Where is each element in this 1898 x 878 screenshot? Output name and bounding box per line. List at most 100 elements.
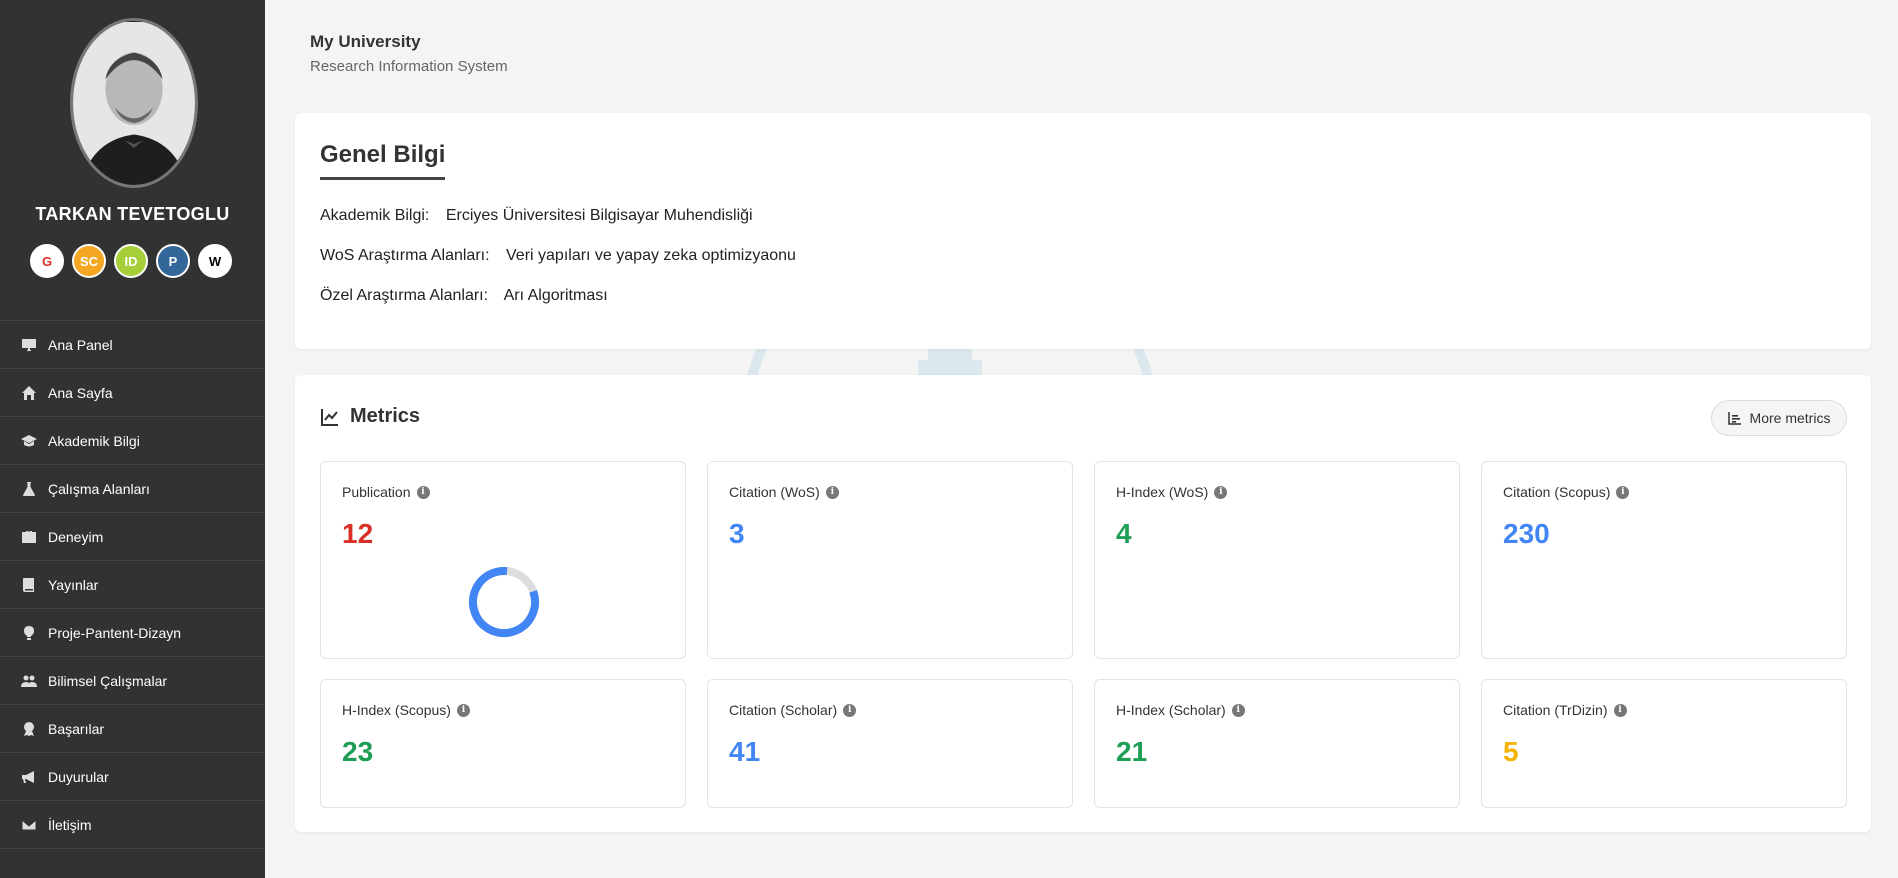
sidebar-item-deneyim[interactable]: Deneyim bbox=[0, 513, 265, 561]
sidebar-item-bilimsel-al-malar[interactable]: Bilimsel Çalışmalar bbox=[0, 657, 265, 705]
profile-links: G SC ID P W bbox=[30, 244, 232, 278]
metric-label: H-Index (Scholar) i bbox=[1116, 702, 1245, 718]
metric-label: Citation (Scholar) i bbox=[729, 702, 857, 718]
sidebar-item-duyurular[interactable]: Duyurular bbox=[0, 753, 265, 801]
info-value: Arı Algoritması bbox=[503, 287, 608, 304]
sidebar-item-label: Çalışma Alanları bbox=[48, 480, 150, 497]
metric-tile: Publication i 12 bbox=[320, 461, 686, 659]
metric-label-text: Citation (WoS) bbox=[729, 484, 820, 500]
metric-tile: H-Index (WoS) i 4 bbox=[1094, 461, 1460, 659]
metric-label-text: H-Index (Scholar) bbox=[1116, 702, 1226, 718]
metric-value: 41 bbox=[729, 736, 761, 767]
book-icon bbox=[20, 576, 38, 594]
more-metrics-button[interactable]: More metrics bbox=[1711, 400, 1847, 436]
metric-label: Publication i bbox=[342, 484, 430, 500]
sidebar-item-label: Akademik Bilgi bbox=[48, 432, 140, 449]
sidebar-item-label: İletişim bbox=[48, 816, 92, 833]
sidebar-item-ana-sayfa[interactable]: Ana Sayfa bbox=[0, 369, 265, 417]
sidebar-item-label: Duyurular bbox=[48, 768, 109, 785]
envelope-icon bbox=[20, 816, 38, 834]
info-icon[interactable]: i bbox=[1613, 703, 1627, 717]
metric-label-text: H-Index (WoS) bbox=[1116, 484, 1209, 500]
metric-value: 12 bbox=[342, 518, 374, 549]
info-icon[interactable]: i bbox=[1231, 703, 1245, 717]
info-icon[interactable]: i bbox=[1214, 485, 1228, 499]
sidebar-item-al-ma-alanlar[interactable]: Çalışma Alanları bbox=[0, 465, 265, 513]
metrics-title: Metrics bbox=[350, 405, 421, 427]
metric-label-text: Publication bbox=[342, 484, 411, 500]
metric-tile: Citation (TrDizin) i 5 bbox=[1481, 679, 1847, 808]
info-icon[interactable]: i bbox=[825, 485, 839, 499]
line-chart-icon bbox=[321, 408, 338, 426]
wos-badge[interactable]: W bbox=[198, 244, 232, 278]
metric-label-text: Citation (Scopus) bbox=[1503, 484, 1611, 500]
metrics-header: Metrics bbox=[320, 405, 420, 428]
metric-tile: Citation (Scholar) i 41 bbox=[707, 679, 1073, 808]
sidebar-nav: Ana Panel Ana Sayfa Akademik Bilgi Çalışma … bbox=[0, 320, 265, 849]
sidebar-item-label: Başarılar bbox=[48, 720, 105, 737]
sidebar-item-ana-panel[interactable]: Ana Panel bbox=[0, 321, 265, 369]
metric-label-text: H-Index (Scopus) bbox=[342, 702, 451, 718]
orcid-badge[interactable]: ID bbox=[114, 244, 148, 278]
megaphone-icon bbox=[20, 768, 38, 786]
metric-value: 3 bbox=[729, 518, 745, 549]
sidebar-item-proje-pantent-dizayn[interactable]: Proje-Pantent-Dizayn bbox=[0, 609, 265, 657]
info-row-wos: WoS Araştırma Alanları: Veri yapıları ve… bbox=[320, 247, 796, 265]
metric-value: 4 bbox=[1116, 518, 1132, 549]
metric-tile: Citation (WoS) i 3 bbox=[707, 461, 1073, 659]
info-label: WoS Araştırma Alanları: bbox=[320, 247, 490, 264]
bar-chart-icon bbox=[1727, 412, 1741, 425]
scopus-badge[interactable]: SC bbox=[72, 244, 106, 278]
metric-label-text: Citation (TrDizin) bbox=[1503, 702, 1608, 718]
google-scholar-badge[interactable]: G bbox=[30, 244, 64, 278]
monitor-icon bbox=[20, 336, 38, 354]
user-name: TARKAN TEVETOGLU bbox=[35, 204, 230, 224]
metric-label: Citation (WoS) i bbox=[729, 484, 839, 500]
info-icon[interactable]: i bbox=[416, 485, 430, 499]
metric-label: Citation (TrDizin) i bbox=[1503, 702, 1627, 718]
metric-tile: H-Index (Scholar) i 21 bbox=[1094, 679, 1460, 808]
more-metrics-label: More metrics bbox=[1749, 410, 1831, 426]
metric-label: H-Index (Scopus) i bbox=[342, 702, 470, 718]
info-icon[interactable]: i bbox=[843, 703, 857, 717]
metric-value: 230 bbox=[1503, 518, 1550, 549]
general-info-card: Genel Bilgi Akademik Bilgi: Erciyes Üniv… bbox=[295, 113, 1871, 349]
profile-photo bbox=[73, 21, 195, 185]
metric-value: 23 bbox=[342, 736, 374, 767]
app-title: My University bbox=[310, 32, 421, 51]
users-icon bbox=[20, 672, 38, 690]
sidebar: TARKAN TEVETOGLU G SC ID P W Ana Panel Ana Sa… bbox=[0, 0, 265, 878]
metric-value: 5 bbox=[1503, 736, 1519, 767]
metrics-card: Metrics More metrics Publication i 12 Citat… bbox=[295, 375, 1871, 832]
avatar bbox=[70, 18, 198, 188]
info-icon[interactable]: i bbox=[456, 703, 470, 717]
publication-donut-chart bbox=[469, 567, 539, 637]
sidebar-item-label: Proje-Pantent-Dizayn bbox=[48, 624, 182, 641]
sidebar-item-label: Deneyim bbox=[48, 528, 104, 545]
info-row-ozel: Özel Araştırma Alanları: Arı Algoritması bbox=[320, 287, 608, 305]
sidebar-item-ba-ar-lar[interactable]: Başarılar bbox=[0, 705, 265, 753]
donut-segment bbox=[469, 567, 539, 637]
publons-badge[interactable]: P bbox=[156, 244, 190, 278]
info-label: Akademik Bilgi: bbox=[320, 207, 430, 224]
metric-label: H-Index (WoS) i bbox=[1116, 484, 1228, 500]
info-label: Özel Araştırma Alanları: bbox=[320, 287, 489, 304]
info-value: Erciyes Üniversitesi Bilgisayar Muhendis… bbox=[445, 207, 753, 224]
graduation-cap-icon bbox=[20, 432, 38, 450]
metric-label-text: Citation (Scholar) bbox=[729, 702, 838, 718]
sidebar-item-yay-nlar[interactable]: Yayınlar bbox=[0, 561, 265, 609]
sidebar-item-label: Yayınlar bbox=[48, 576, 99, 593]
sidebar-item-akademik-bilgi[interactable]: Akademik Bilgi bbox=[0, 417, 265, 465]
app-subtitle: Research Information System bbox=[310, 58, 508, 75]
metric-tile: Citation (Scopus) i 230 bbox=[1481, 461, 1847, 659]
sidebar-item-label: Ana Panel bbox=[48, 336, 113, 353]
info-value: Veri yapıları ve yapay zeka optimizyaonu bbox=[506, 247, 796, 264]
info-icon[interactable]: i bbox=[1616, 485, 1630, 499]
metric-label: Citation (Scopus) i bbox=[1503, 484, 1630, 500]
lightbulb-icon bbox=[20, 624, 38, 642]
sidebar-item-i-leti-im[interactable]: İletişim bbox=[0, 801, 265, 849]
general-info-title: Genel Bilgi bbox=[320, 141, 446, 180]
metric-tile: H-Index (Scopus) i 23 bbox=[320, 679, 686, 808]
flask-icon bbox=[20, 480, 38, 498]
briefcase-icon bbox=[20, 528, 38, 546]
